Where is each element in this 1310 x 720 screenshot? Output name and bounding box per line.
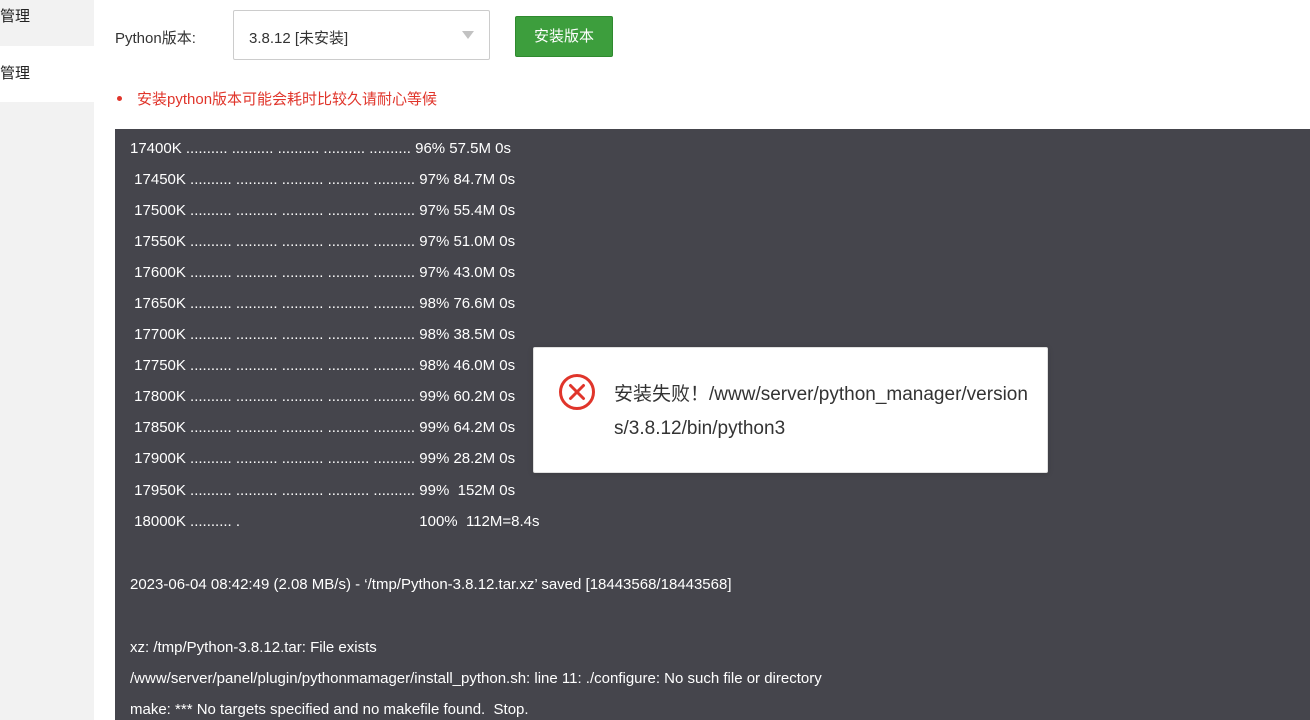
install-version-button[interactable]: 安装版本 <box>515 16 613 57</box>
log-line: 17450K .......... .......... .......... … <box>130 171 516 188</box>
toast-message: 安装失败！/www/server/python_manager/versions… <box>614 384 1028 439</box>
install-tip: 安装python版本可能会耗时比较久请耐心等候 <box>115 88 437 109</box>
chevron-down-icon <box>462 31 474 39</box>
selected-version: 3.8.12 [未安装] <box>249 30 349 47</box>
log-line: 17900K .......... .......... .......... … <box>130 450 516 467</box>
install-failed-toast: 安装失败！/www/server/python_manager/versions… <box>533 347 1048 473</box>
sidebar-item-manage-1[interactable]: 管理 <box>0 0 94 46</box>
python-version-select[interactable]: 3.8.12 [未安装] <box>233 10 490 60</box>
sidebar-item-label: 管理 <box>0 8 31 25</box>
log-line: 17850K .......... .......... .......... … <box>130 419 516 436</box>
log-line: 17700K .......... .......... .......... … <box>130 326 516 343</box>
close-circle-icon <box>559 374 595 410</box>
log-line: 2023-06-04 08:42:49 (2.08 MB/s) - ‘/tmp/… <box>130 576 732 593</box>
log-line: 17950K .......... .......... .......... … <box>130 482 516 499</box>
log-line: xz: /tmp/Python-3.8.12.tar: File exists <box>130 639 377 656</box>
sidebar-item-label: 管理 <box>0 65 31 82</box>
install-tip-text: 安装python版本可能会耗时比较久请耐心等候 <box>137 91 438 108</box>
log-line: 17600K .......... .......... .......... … <box>130 264 516 281</box>
python-manager-panel: 管理 管理 Python版本: 3.8.12 [未安装] 安装版本 安装pyth… <box>0 0 1310 720</box>
log-line: 17650K .......... .......... .......... … <box>130 295 516 312</box>
log-line: 17500K .......... .......... .......... … <box>130 202 516 219</box>
log-line: 17400K .......... .......... .......... … <box>130 140 511 157</box>
log-line: make: *** No targets specified and no ma… <box>130 701 529 718</box>
bullet-icon <box>117 96 122 102</box>
log-line: 17750K .......... .......... .......... … <box>130 357 516 374</box>
log-line: /www/server/panel/plugin/pythonmamager/i… <box>130 670 822 687</box>
python-version-label: Python版本: <box>115 30 196 47</box>
log-line: 17550K .......... .......... .......... … <box>130 233 516 250</box>
log-line: 18000K .......... . 100% 112M=8.4s <box>130 513 540 530</box>
sidebar: 管理 管理 <box>0 0 94 720</box>
sidebar-item-manage-2[interactable]: 管理 <box>0 46 94 102</box>
log-line: 17800K .......... .......... .......... … <box>130 388 516 405</box>
